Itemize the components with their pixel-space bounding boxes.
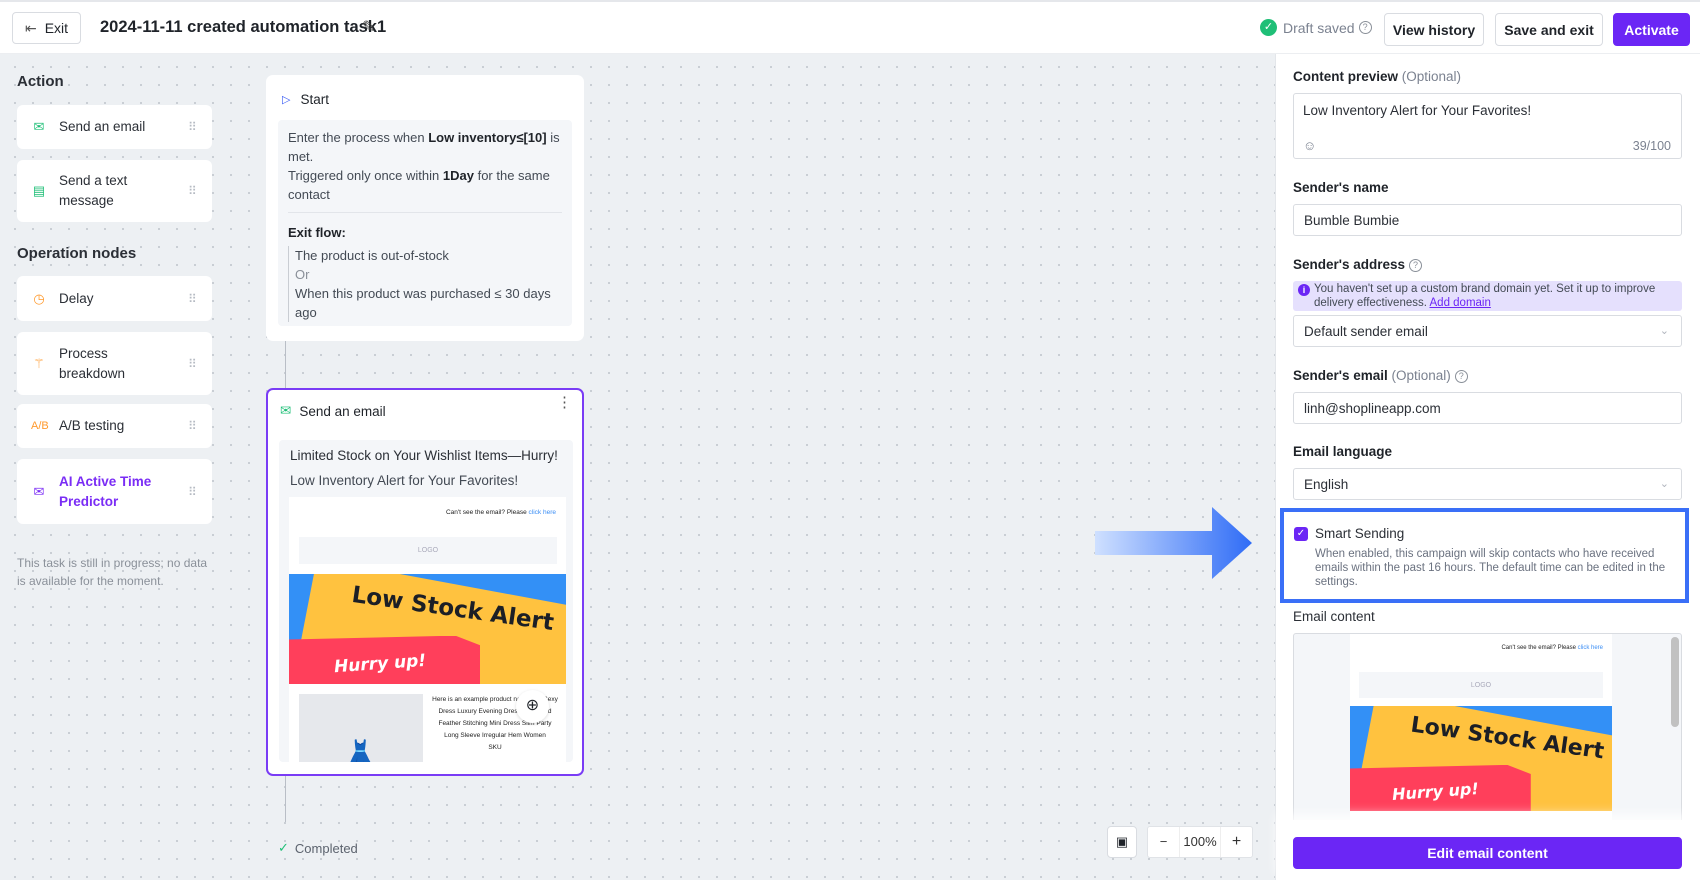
- sender-address-select[interactable]: Default sender email ⌄: [1293, 315, 1682, 347]
- email-preview-text: Low Inventory Alert for Your Favorites!: [290, 473, 519, 488]
- fit-view-button[interactable]: ▣: [1107, 826, 1137, 858]
- exit-button[interactable]: ⇤ Exit: [12, 12, 81, 44]
- add-domain-link[interactable]: Add domain: [1430, 297, 1491, 309]
- pointer-arrow-icon: [1095, 507, 1252, 579]
- zoom-in-button[interactable]: +: [1220, 827, 1252, 857]
- email-thumbnail: Can't see the email? Please click here L…: [289, 497, 566, 762]
- smart-sending-description: When enabled, this campaign will skip co…: [1315, 548, 1666, 588]
- help-icon[interactable]: ?: [1358, 21, 1372, 34]
- ab-icon: A/B: [31, 420, 49, 432]
- clock-icon: ◷: [33, 290, 45, 306]
- sender-name-input[interactable]: Bumble Bumbie: [1293, 204, 1682, 236]
- char-count: 39/100: [1632, 139, 1671, 153]
- draft-status: ✓ Draft saved ?: [1260, 19, 1372, 36]
- sidebar-item-send-email[interactable]: ✉ Send an email ⠿: [17, 105, 212, 149]
- emoji-icon[interactable]: ☺: [1303, 138, 1316, 153]
- drag-handle-icon[interactable]: ⠿: [188, 293, 198, 305]
- edit-title-icon[interactable]: ✎: [362, 17, 375, 37]
- smart-sending-highlight: ✓ Smart Sending When enabled, this campa…: [1280, 508, 1689, 603]
- domain-notice: i You haven't set up a custom brand doma…: [1293, 281, 1682, 311]
- email-subject: Limited Stock on Your Wishlist Items—Hur…: [290, 448, 558, 463]
- page-title: 2024-11-11 created automation task1: [100, 18, 387, 36]
- save-and-exit-button[interactable]: Save and exit: [1495, 13, 1603, 46]
- start-node[interactable]: ▷ Start Enter the process when Low inven…: [266, 75, 584, 341]
- drag-handle-icon[interactable]: ⠿: [188, 486, 198, 498]
- content-preview-label: Content preview (Optional): [1293, 69, 1462, 84]
- help-icon[interactable]: ?: [1454, 370, 1468, 383]
- sidebar-item-send-text[interactable]: ▤ Send a text message ⠿: [17, 160, 212, 222]
- smart-sending-label: Smart Sending: [1315, 526, 1405, 541]
- email-language-select[interactable]: English ⌄: [1293, 468, 1682, 500]
- drag-handle-icon[interactable]: ⠿: [188, 121, 198, 133]
- drag-handle-icon[interactable]: ⠿: [188, 185, 198, 197]
- email-content-preview[interactable]: Can't see the email? Please click here L…: [1293, 633, 1682, 823]
- panel-scrollbar[interactable]: [1692, 56, 1698, 856]
- sidebar-item-ai-active-time[interactable]: ✉ AI Active Time Predictor ⠿: [17, 459, 212, 524]
- email-settings-panel: Content preview (Optional) Low Inventory…: [1275, 54, 1700, 880]
- preview-scrollbar[interactable]: [1671, 637, 1679, 727]
- email-content-label: Email content: [1293, 609, 1375, 624]
- low-stock-banner: Low Stock Alert Hurry up!: [1350, 706, 1612, 811]
- view-history-button[interactable]: View history: [1384, 13, 1484, 46]
- smart-sending-checkbox[interactable]: ✓: [1294, 527, 1308, 541]
- sender-name-label: Sender's name: [1293, 180, 1389, 195]
- chevron-down-icon: ⌄: [1659, 478, 1669, 490]
- connector-line: [285, 776, 286, 822]
- zoom-controls: − 100% +: [1147, 826, 1253, 858]
- info-icon: i: [1298, 284, 1310, 296]
- sidebar-item-delay[interactable]: ◷ Delay ⠿: [17, 276, 212, 321]
- progress-note: This task is still in progress; no data …: [17, 556, 208, 588]
- chevron-down-icon: ⌄: [1659, 325, 1669, 337]
- sender-email-input[interactable]: linh@shoplineapp.com: [1293, 392, 1682, 424]
- zoom-out-button[interactable]: −: [1148, 827, 1180, 857]
- action-section-title: Action: [17, 73, 64, 90]
- check-circle-icon: ✓: [278, 840, 289, 855]
- start-conditions: Enter the process when Low inventory≤[10…: [278, 120, 572, 326]
- ai-mail-icon: ✉: [33, 483, 45, 499]
- mail-icon: ✉: [280, 403, 292, 418]
- completed-node: ✓ Completed: [278, 840, 358, 856]
- check-circle-icon: ✓: [1260, 19, 1277, 36]
- zoom-level: 100%: [1183, 834, 1217, 849]
- email-language-label: Email language: [1293, 444, 1393, 459]
- low-stock-banner: Low Stock Alert Hurry up!: [289, 574, 566, 684]
- mail-icon: ✉: [33, 119, 45, 134]
- top-bar: ⇤ Exit 2024-11-11 created automation tas…: [0, 0, 1700, 54]
- help-icon[interactable]: ?: [1409, 259, 1423, 272]
- exit-icon: ⇤: [24, 19, 37, 36]
- sender-address-label: Sender's address?: [1293, 257, 1423, 272]
- zoom-in-preview-icon[interactable]: ⊕: [516, 690, 549, 723]
- sidebar-item-ab-testing[interactable]: A/B A/B testing ⠿: [17, 404, 212, 448]
- drag-handle-icon[interactable]: ⠿: [188, 358, 198, 370]
- content-preview-input[interactable]: Low Inventory Alert for Your Favorites! …: [1293, 93, 1682, 159]
- play-icon: ▷: [282, 94, 291, 106]
- more-options-icon[interactable]: ⋮: [557, 395, 572, 410]
- send-email-node[interactable]: ✉ Send an email ⋮ Limited Stock on Your …: [266, 388, 584, 776]
- sidebar-item-process-breakdown[interactable]: ⚚ Process breakdown ⠿: [17, 332, 212, 395]
- sender-email-label: Sender's email (Optional)?: [1293, 368, 1468, 383]
- branch-icon: ⚚: [33, 355, 45, 371]
- operation-section-title: Operation nodes: [17, 245, 137, 262]
- activate-button[interactable]: Activate: [1613, 13, 1690, 46]
- message-icon: ▤: [32, 183, 46, 198]
- connector-line: [285, 341, 286, 388]
- drag-handle-icon[interactable]: ⠿: [188, 420, 198, 432]
- dress-image-placeholder: 👗: [299, 694, 423, 762]
- fit-screen-icon: ▣: [1115, 834, 1129, 849]
- edit-email-content-button[interactable]: Edit email content: [1293, 837, 1682, 869]
